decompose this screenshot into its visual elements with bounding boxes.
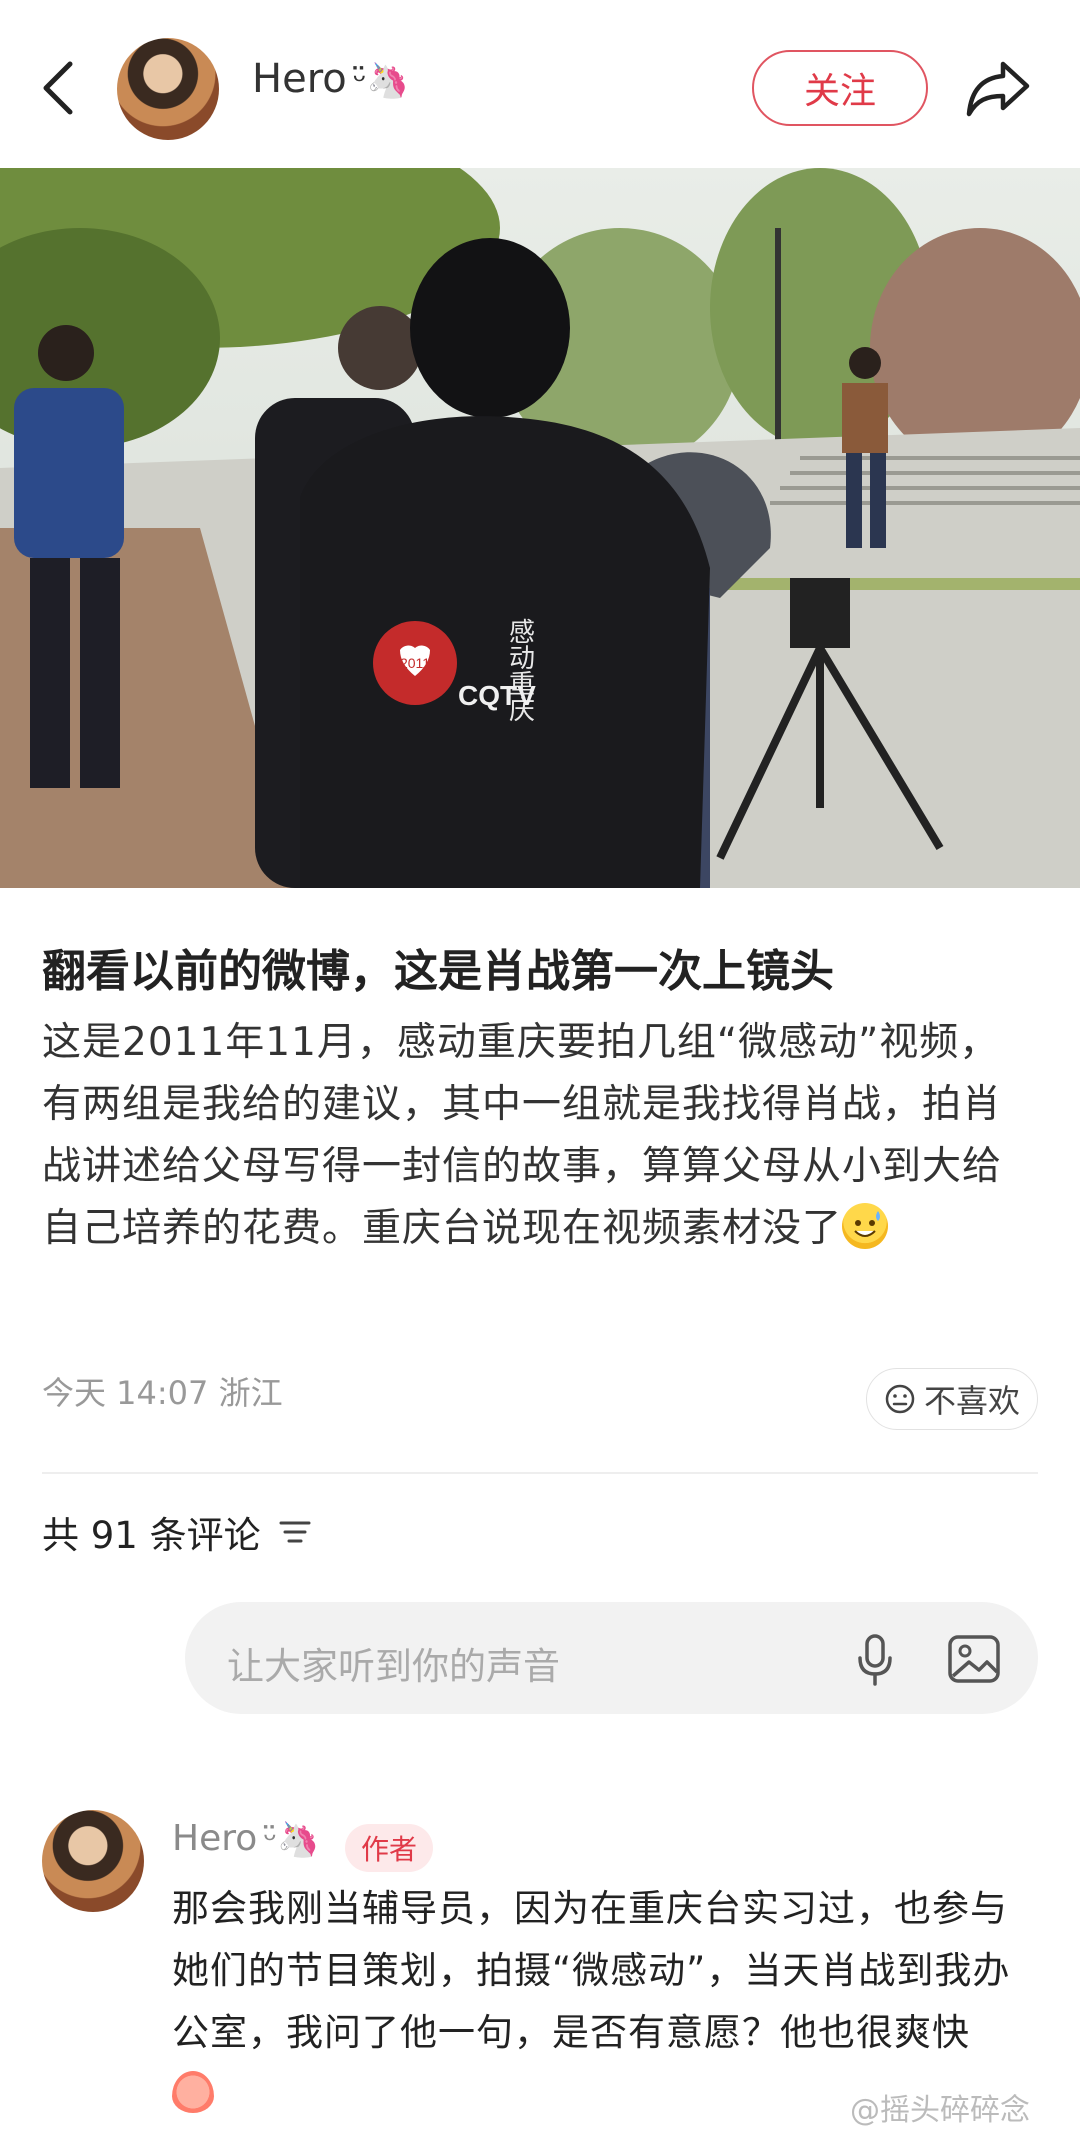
divider [42,1472,1038,1474]
commenter-name-text: Hero [172,1818,258,1859]
author-name[interactable]: Hero ᵕ̈🦄 [252,56,409,102]
comment-input[interactable]: 让大家听到你的声音 [185,1602,1038,1714]
photo-illustration: 2011 感动重庆 CQTV [0,168,1080,888]
microphone-icon[interactable] [855,1632,895,1688]
image-icon[interactable] [947,1634,1001,1684]
commenter-name[interactable]: Hero ᵕ̈🦄 [172,1818,320,1860]
peach-emoji [172,2071,214,2113]
post-body: 这是2011年11月，感动重庆要拍几组“微感动”视频，有两组是我给的建议，其中一… [42,1012,1038,1260]
author-name-decoration: ᵕ̈🦄 [352,61,410,101]
back-arrow-icon[interactable] [36,56,80,120]
dislike-button[interactable]: 不喜欢 [866,1368,1038,1430]
author-badge: 作者 [345,1824,433,1872]
comment-count-label: 共 91 条评论 [42,1514,261,1557]
jacket-cqtv: CQTV [458,680,536,711]
neutral-face-icon [885,1384,915,1414]
top-bar: Hero ᵕ̈🦄 关注 [0,0,1080,168]
comment-input-placeholder: 让大家听到你的声音 [227,1645,560,1688]
follow-button[interactable]: 关注 [752,50,928,126]
weibo-watermark: @摇头碎碎念 [850,2093,1030,2128]
commenter-name-decoration: ᵕ̈🦄 [263,1820,320,1860]
author-avatar[interactable] [117,38,219,140]
share-icon[interactable] [963,56,1033,120]
comment-count[interactable]: 共 91 条评论 [42,1505,313,1559]
post-photo[interactable]: 2011 感动重庆 CQTV [0,168,1080,888]
comment-text-content: 那会我刚当辅导员，因为在重庆台实习过，也参与她们的节目策划，拍摄“微感动”，当天… [172,1887,1011,2054]
commenter-avatar[interactable] [42,1810,144,1912]
post-title: 翻看以前的微博，这是肖战第一次上镜头 [42,946,834,997]
post-time-location: 今天 14:07 浙江 [42,1374,283,1412]
jacket-year: 2011 [400,655,430,671]
author-name-text: Hero [252,56,347,102]
sweat-smile-emoji [842,1203,889,1249]
sort-icon[interactable] [277,1517,313,1547]
dislike-label: 不喜欢 [923,1382,1020,1420]
